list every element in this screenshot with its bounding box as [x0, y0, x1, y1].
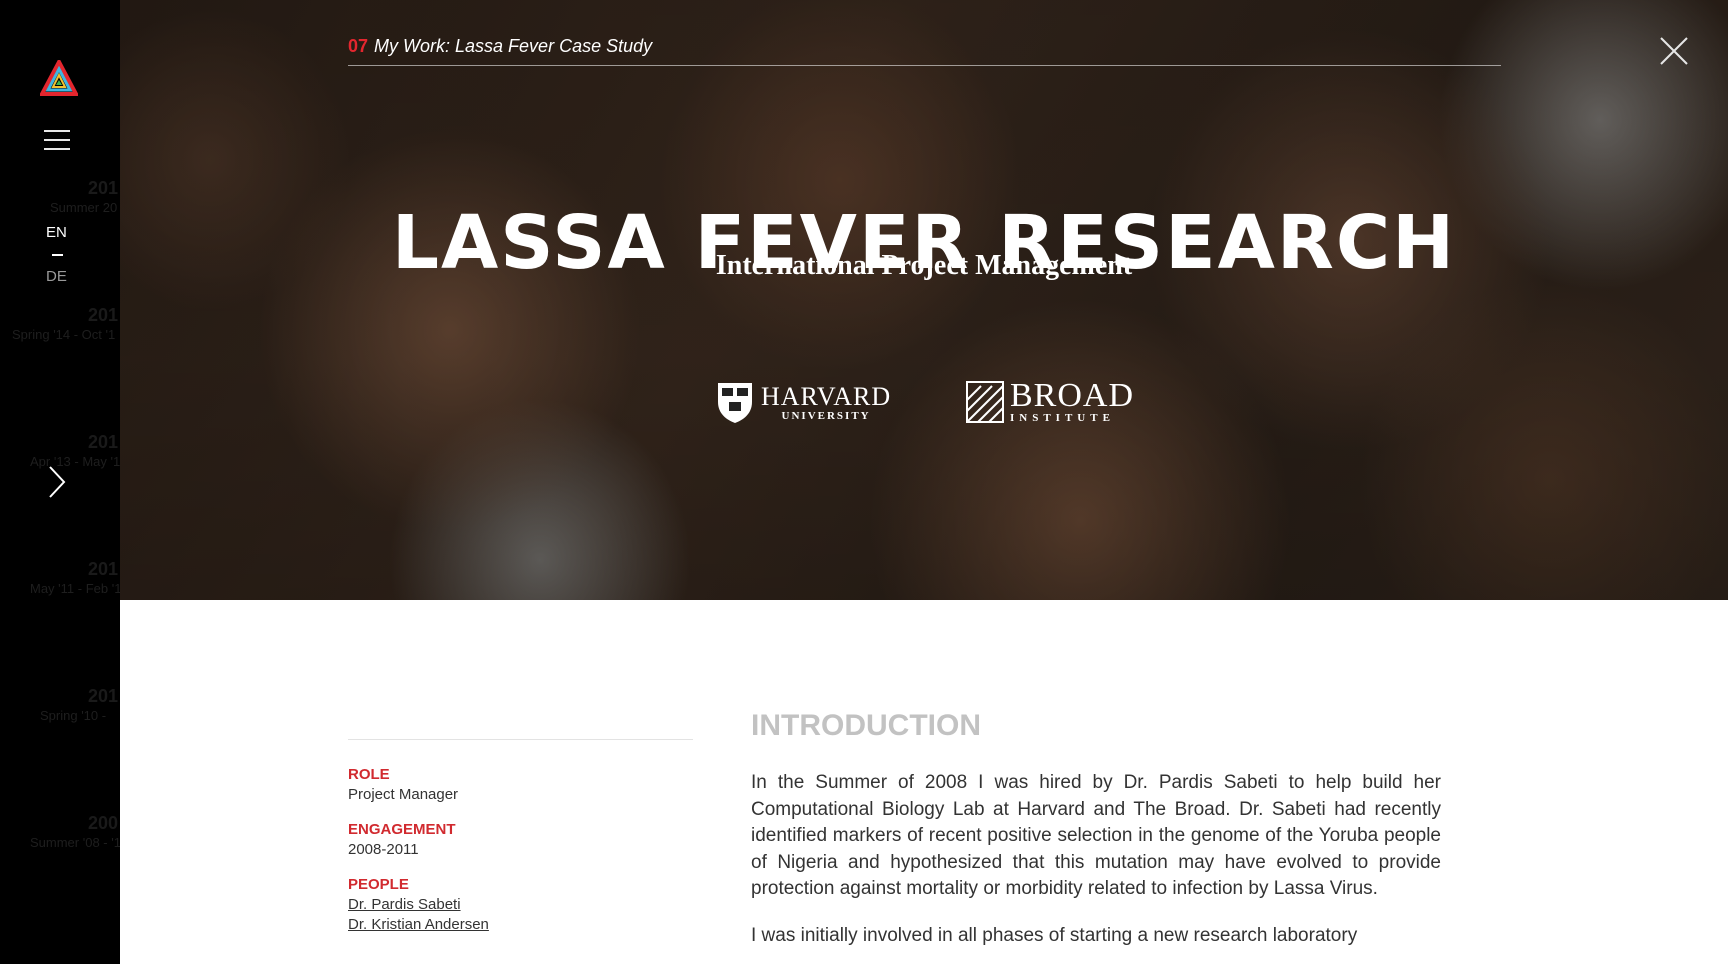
harvard-logo: HARVARD UNIVERSITY [717, 382, 891, 424]
engagement-group: ENGAGEMENT 2008-2011 [348, 821, 693, 858]
broad-logo: BROAD INSTITUTE [966, 377, 1135, 424]
people-label: PEOPLE [348, 876, 409, 893]
meta-divider [348, 739, 693, 740]
decorative-ghost-text: Spring '14 - Oct '1 [12, 327, 116, 342]
language-en[interactable]: EN [46, 224, 67, 241]
decorative-ghost-text: 201 [88, 686, 119, 706]
hamburger-menu-icon[interactable] [44, 130, 70, 152]
section-number: 07 [348, 36, 369, 56]
decorative-ghost-text: 201 [88, 559, 119, 579]
role-value: Project Manager [348, 786, 459, 803]
harvard-name: HARVARD [761, 382, 892, 411]
decorative-ghost-text: Summer 20 [50, 200, 118, 215]
close-icon[interactable] [1659, 36, 1689, 66]
decorative-ghost-text: Spring '10 - [40, 708, 107, 723]
decorative-ghost-text: Apr '13 - May '1 [30, 454, 120, 469]
decorative-ghost-text: 201 [88, 305, 119, 325]
intro-body: In the Summer of 2008 I was hired by Dr.… [751, 770, 1441, 969]
harvard-shield-icon [718, 383, 752, 423]
decorative-ghost-text: 200 [88, 813, 119, 833]
project-meta: ROLE Project Manager ENGAGEMENT 2008-201… [348, 766, 693, 951]
breadcrumb: 07 My Work: Lassa Fever Case Study [348, 36, 652, 57]
section-heading: INTRODUCTION [751, 708, 981, 742]
triangle-logo-icon[interactable] [40, 60, 78, 96]
role-group: ROLE Project Manager [348, 766, 693, 803]
paragraph: I was initially involved in all phases o… [751, 924, 1358, 946]
hero-banner: 07 My Work: Lassa Fever Case Study LASSA … [120, 0, 1728, 600]
broad-name: BROAD [1010, 377, 1135, 414]
breadcrumb-divider [348, 65, 1501, 66]
page-subtitle: International Project Management [715, 250, 1133, 281]
decorative-ghost-text: Summer '08 - '1 [30, 835, 120, 850]
role-label: ROLE [348, 766, 390, 783]
breadcrumb-label: My Work: Lassa Fever Case Study [374, 36, 653, 56]
harvard-sub: UNIVERSITY [781, 410, 871, 422]
sidebar: 201 Summer 20 201 Spring '14 - Oct '1 20… [0, 0, 120, 964]
person-link[interactable]: Dr. Kristian Andersen [348, 916, 693, 933]
decorative-ghost-text: 201 [88, 432, 119, 452]
people-group: PEOPLE Dr. Pardis Sabeti Dr. Kristian An… [348, 876, 693, 933]
person-link[interactable]: Dr. Pardis Sabeti [348, 896, 693, 913]
paragraph: In the Summer of 2008 I was hired by Dr.… [751, 772, 1441, 899]
engagement-label: ENGAGEMENT [348, 821, 456, 838]
decorative-ghost-text: 201 [88, 178, 119, 198]
chevron-right-icon[interactable] [48, 465, 66, 499]
decorative-ghost-text: May '11 - Feb '1 [30, 581, 120, 596]
engagement-value: 2008-2011 [348, 841, 419, 858]
hero-photo-overlay [120, 0, 1728, 600]
language-divider [52, 254, 63, 256]
broad-mark-icon [966, 381, 1004, 423]
language-de[interactable]: DE [46, 268, 67, 285]
